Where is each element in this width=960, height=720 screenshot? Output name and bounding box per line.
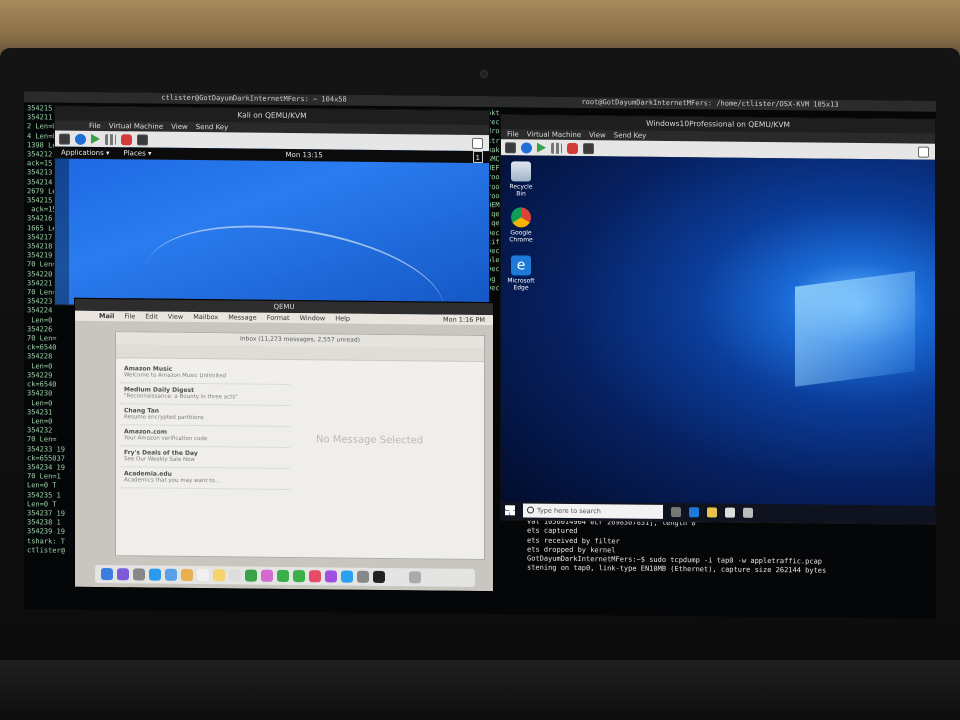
- snapshot-icon[interactable]: [137, 133, 148, 146]
- webcam: [480, 70, 488, 78]
- facetime-icon[interactable]: [293, 570, 305, 583]
- applications-menu[interactable]: Applications ▾: [61, 147, 110, 160]
- power-icon[interactable]: [121, 133, 132, 145]
- messages-icon[interactable]: [277, 569, 289, 582]
- contacts-icon[interactable]: [181, 568, 193, 581]
- menu-send-key[interactable]: Send Key: [196, 122, 229, 132]
- list-item[interactable]: Chang Tan Resume encrypted partitions: [120, 404, 290, 428]
- menu-format[interactable]: Format: [267, 313, 290, 323]
- task-view-icon[interactable]: [671, 507, 681, 518]
- menu-virtual-machine[interactable]: Virtual Machine: [109, 121, 163, 132]
- windows-taskbar: Type here to search: [501, 501, 935, 524]
- edge-taskbar-icon[interactable]: [689, 507, 699, 518]
- recycle-bin-icon: [511, 161, 531, 182]
- chrome-label: Google Chrome: [509, 229, 533, 244]
- play-icon[interactable]: [91, 133, 100, 145]
- store-icon[interactable]: [725, 507, 735, 518]
- music-icon[interactable]: [309, 570, 321, 583]
- info-icon[interactable]: [521, 141, 532, 154]
- recycle-bin-label: Recycle Bin: [509, 183, 533, 198]
- chrome-icon: [511, 207, 531, 228]
- menu-window[interactable]: Window: [300, 313, 326, 323]
- macos-dock: [95, 564, 475, 587]
- edge-icon: e: [511, 255, 531, 276]
- file-explorer-icon[interactable]: [707, 507, 717, 518]
- mail-toolbar: [116, 344, 484, 363]
- kali-desktop: Applications ▾ Places ▾ Mon 13:15 1: [55, 146, 489, 310]
- edge-shortcut[interactable]: e Microsoft Edge: [507, 255, 535, 292]
- monitor-icon[interactable]: [505, 141, 516, 153]
- list-item[interactable]: Academia.edu Academics that you may want …: [120, 467, 290, 491]
- menu-view[interactable]: View: [589, 130, 606, 140]
- kali-wallpaper-swirl: [138, 207, 452, 310]
- taskbar-search[interactable]: Type here to search: [523, 503, 663, 519]
- laptop-screen: ctlister@GotDayumDarkInternetMFers: ~ 10…: [24, 91, 936, 619]
- terminal-icon[interactable]: [373, 570, 385, 584]
- windows-logo-light: [795, 271, 915, 387]
- kali-clock: Mon 13:15: [285, 150, 323, 160]
- menu-message[interactable]: Message: [228, 312, 257, 322]
- info-icon[interactable]: [75, 133, 86, 145]
- menu-help[interactable]: Help: [335, 313, 350, 323]
- pause-icon[interactable]: [551, 142, 562, 154]
- menu-edit[interactable]: Edit: [145, 311, 158, 321]
- places-menu[interactable]: Places ▾: [124, 147, 152, 159]
- monitor-icon[interactable]: [59, 133, 70, 145]
- notes-icon[interactable]: [213, 569, 225, 582]
- siri-icon[interactable]: [117, 568, 129, 581]
- power-icon[interactable]: [567, 142, 578, 154]
- photos-icon[interactable]: [261, 569, 273, 582]
- windows-vm-window[interactable]: Windows10Professional on QEMU/KVM File V…: [500, 114, 936, 525]
- menu-virtual-machine[interactable]: Virtual Machine: [527, 129, 581, 140]
- qemu-macos-window[interactable]: QEMU Mail File Edit View Mailbox Message…: [74, 297, 494, 593]
- menu-mail[interactable]: Mail: [99, 311, 114, 321]
- app-store-icon[interactable]: [341, 570, 353, 583]
- pause-icon[interactable]: [105, 133, 116, 145]
- menu-file[interactable]: File: [124, 311, 135, 321]
- launchpad-icon[interactable]: [133, 568, 145, 581]
- list-item[interactable]: Amazon Music Welcome to Amazon Music Unli…: [120, 362, 290, 386]
- play-icon[interactable]: [537, 142, 546, 153]
- start-button-icon[interactable]: [505, 505, 515, 516]
- mail-icon[interactable]: [743, 507, 753, 518]
- menu-mailbox[interactable]: Mailbox: [193, 312, 218, 322]
- menu-send-key[interactable]: Send Key: [614, 130, 647, 140]
- calendar-icon[interactable]: [197, 569, 209, 582]
- kali-vm-window[interactable]: Kali on QEMU/KVM File Virtual Machine Vi…: [54, 105, 490, 311]
- macos-desktop: Mail File Edit View Mailbox Message Form…: [75, 310, 493, 592]
- podcasts-icon[interactable]: [325, 570, 337, 583]
- reminders-icon[interactable]: [229, 569, 241, 582]
- maps-icon[interactable]: [245, 569, 257, 582]
- list-item[interactable]: Amazon.com Your Amazon verification code: [120, 425, 290, 449]
- kali-dock: [55, 158, 69, 305]
- finder-icon[interactable]: [101, 568, 113, 581]
- fullscreen-icon[interactable]: [918, 146, 929, 158]
- windows-desktop: Recycle Bin Google Chrome e Microsoft Ed…: [501, 155, 935, 524]
- system-preferences-icon[interactable]: [357, 570, 369, 583]
- list-item[interactable]: Medium Daily Digest "Reconnaissance: a Bo…: [120, 383, 290, 407]
- mail-window[interactable]: Inbox (11,273 messages, 2,557 unread) Am…: [115, 331, 485, 561]
- snapshot-icon[interactable]: [583, 142, 594, 154]
- workspace-badge[interactable]: 1: [472, 150, 483, 164]
- list-item[interactable]: Fry's Deals of the Day See Our Weekly Sal…: [120, 446, 290, 470]
- menu-file[interactable]: File: [89, 121, 101, 131]
- fullscreen-icon[interactable]: [472, 137, 483, 149]
- menu-view[interactable]: View: [171, 122, 188, 132]
- chrome-shortcut[interactable]: Google Chrome: [507, 207, 535, 244]
- laptop-keyboard-edge: [0, 660, 960, 720]
- menu-view[interactable]: View: [168, 312, 183, 322]
- recycle-bin-shortcut[interactable]: Recycle Bin: [507, 161, 535, 197]
- mail-dock-icon[interactable]: [165, 568, 177, 581]
- menu-file[interactable]: File: [507, 129, 519, 139]
- edge-label: Microsoft Edge: [507, 277, 535, 292]
- safari-icon[interactable]: [149, 568, 161, 581]
- macos-clock: Mon 1:16 PM: [443, 315, 485, 325]
- message-list: Amazon Music Welcome to Amazon Music Unli…: [120, 362, 290, 553]
- empty-preview-label: No Message Selected: [316, 434, 424, 447]
- trash-icon[interactable]: [409, 571, 421, 584]
